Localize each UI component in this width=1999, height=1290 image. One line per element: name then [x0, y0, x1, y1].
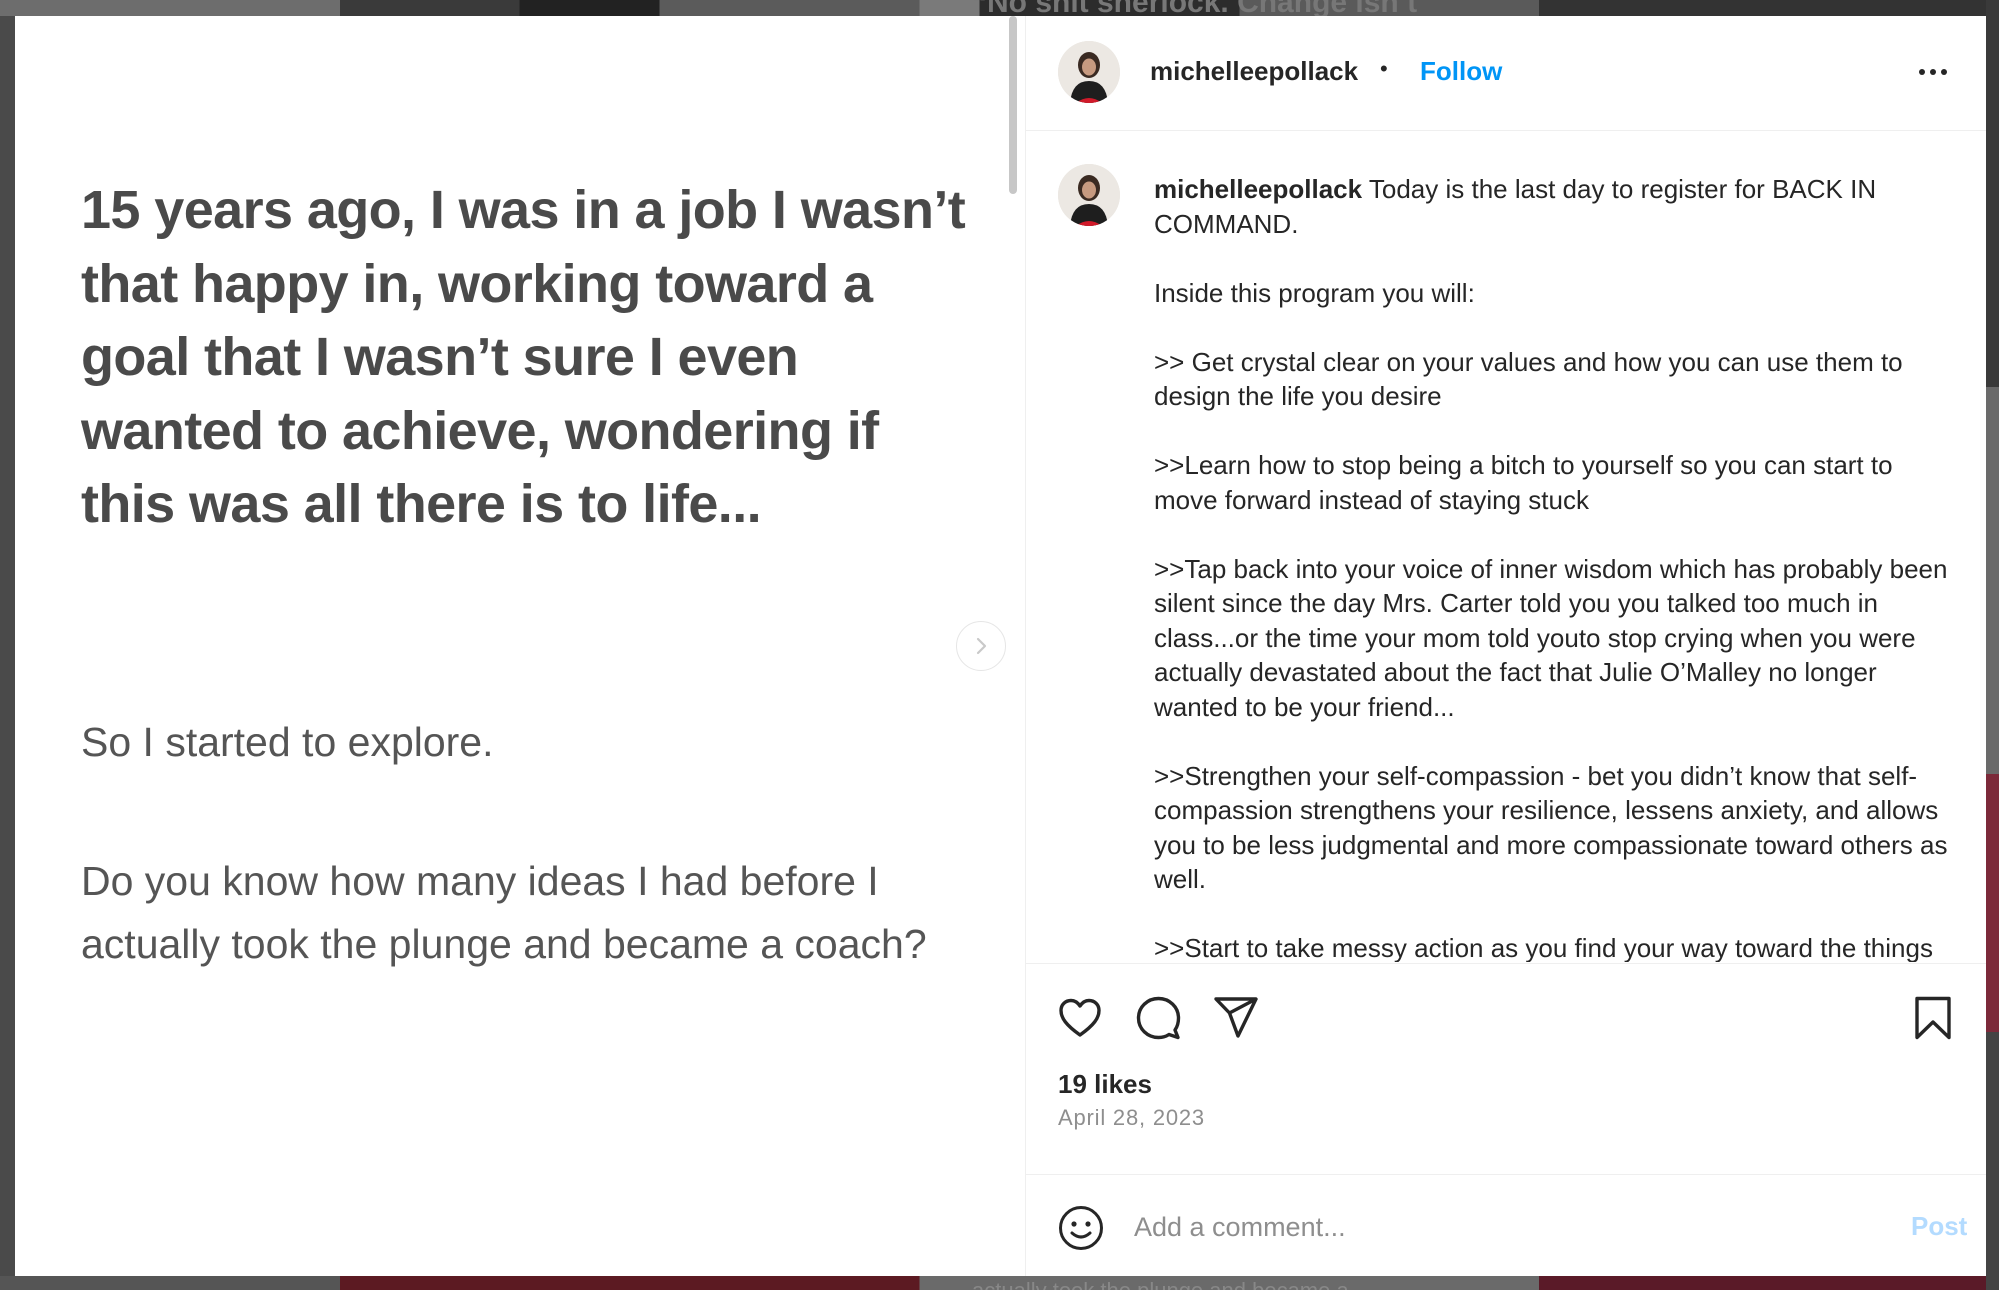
background-post-text: “No shit sherlock. Change isn’t: [972, 0, 1532, 16]
post-details-panel: michelleepollack • Follow michelleepolla…: [1025, 16, 1986, 1276]
caption-username[interactable]: michelleepollack: [1154, 174, 1362, 204]
chevron-right-icon: [976, 637, 987, 655]
avatar[interactable]: [1058, 41, 1120, 103]
media-scrollbar[interactable]: [1009, 16, 1017, 194]
header-separator: •: [1380, 56, 1388, 81]
more-options-icon: [1930, 69, 1936, 75]
avatar-image: [1058, 41, 1120, 103]
comment-input[interactable]: [1134, 1205, 1854, 1249]
comment-button[interactable]: [1134, 994, 1182, 1042]
comment-icon: [1136, 996, 1181, 1040]
slide-heading: 15 years ago, I was in a job I wasn’t th…: [81, 180, 966, 534]
more-options-icon: [1919, 69, 1925, 75]
slide-paragraph: Do you know how many ideas I had before …: [81, 858, 927, 967]
caption-section[interactable]: michelleepollack Today is the last day t…: [1026, 132, 1986, 962]
bookmark-icon: [1915, 996, 1951, 1040]
like-button[interactable]: [1056, 994, 1104, 1042]
post-modal: 15 years ago, I was in a job I wasn’t th…: [15, 16, 1986, 1276]
emoji-icon: [1059, 1206, 1103, 1250]
header-username[interactable]: michelleepollack: [1150, 56, 1358, 87]
post-date[interactable]: April 28, 2023: [1058, 1105, 1205, 1131]
more-options-icon: [1941, 69, 1947, 75]
next-slide-button[interactable]: [956, 621, 1006, 671]
caption-bullet: >>Learn how to stop being a bitch to you…: [1154, 450, 1893, 515]
share-icon: [1214, 997, 1258, 1038]
post-caption: michelleepollack Today is the last day t…: [1154, 172, 1954, 962]
caption-bullet: >> Get crystal clear on your values and …: [1154, 346, 1903, 412]
comment-bar: Post: [1026, 1174, 1986, 1276]
save-button[interactable]: [1909, 994, 1957, 1042]
follow-button[interactable]: Follow: [1420, 56, 1502, 87]
heart-icon: [1059, 998, 1101, 1037]
caption-bullet: >>Start to take messy action as you find…: [1154, 933, 1933, 962]
avatar-image: [1058, 164, 1120, 226]
caption-bullet: >>Tap back into your voice of inner wisd…: [1154, 553, 1948, 722]
emoji-button[interactable]: [1058, 1205, 1104, 1251]
post-media: 15 years ago, I was in a job I wasn’t th…: [15, 16, 1025, 1276]
avatar[interactable]: [1058, 164, 1120, 226]
more-options-button[interactable]: [1911, 54, 1955, 90]
likes-count[interactable]: 19 likes: [1058, 1069, 1152, 1100]
post-comment-button[interactable]: Post: [1911, 1211, 1967, 1242]
caption-bullet: >>Strengthen your self-compassion - bet …: [1154, 760, 1948, 895]
background-post-text-bottom: actually took the plunge and became a: [972, 1276, 1532, 1290]
background-feed-right: [1986, 0, 1999, 1290]
slide-paragraph: So I started to explore.: [81, 719, 494, 765]
share-button[interactable]: [1212, 994, 1260, 1042]
post-header: michelleepollack • Follow: [1026, 16, 1986, 131]
post-actions: 19 likes April 28, 2023: [1026, 963, 1986, 1193]
caption-intro: Inside this program you will:: [1154, 277, 1475, 308]
